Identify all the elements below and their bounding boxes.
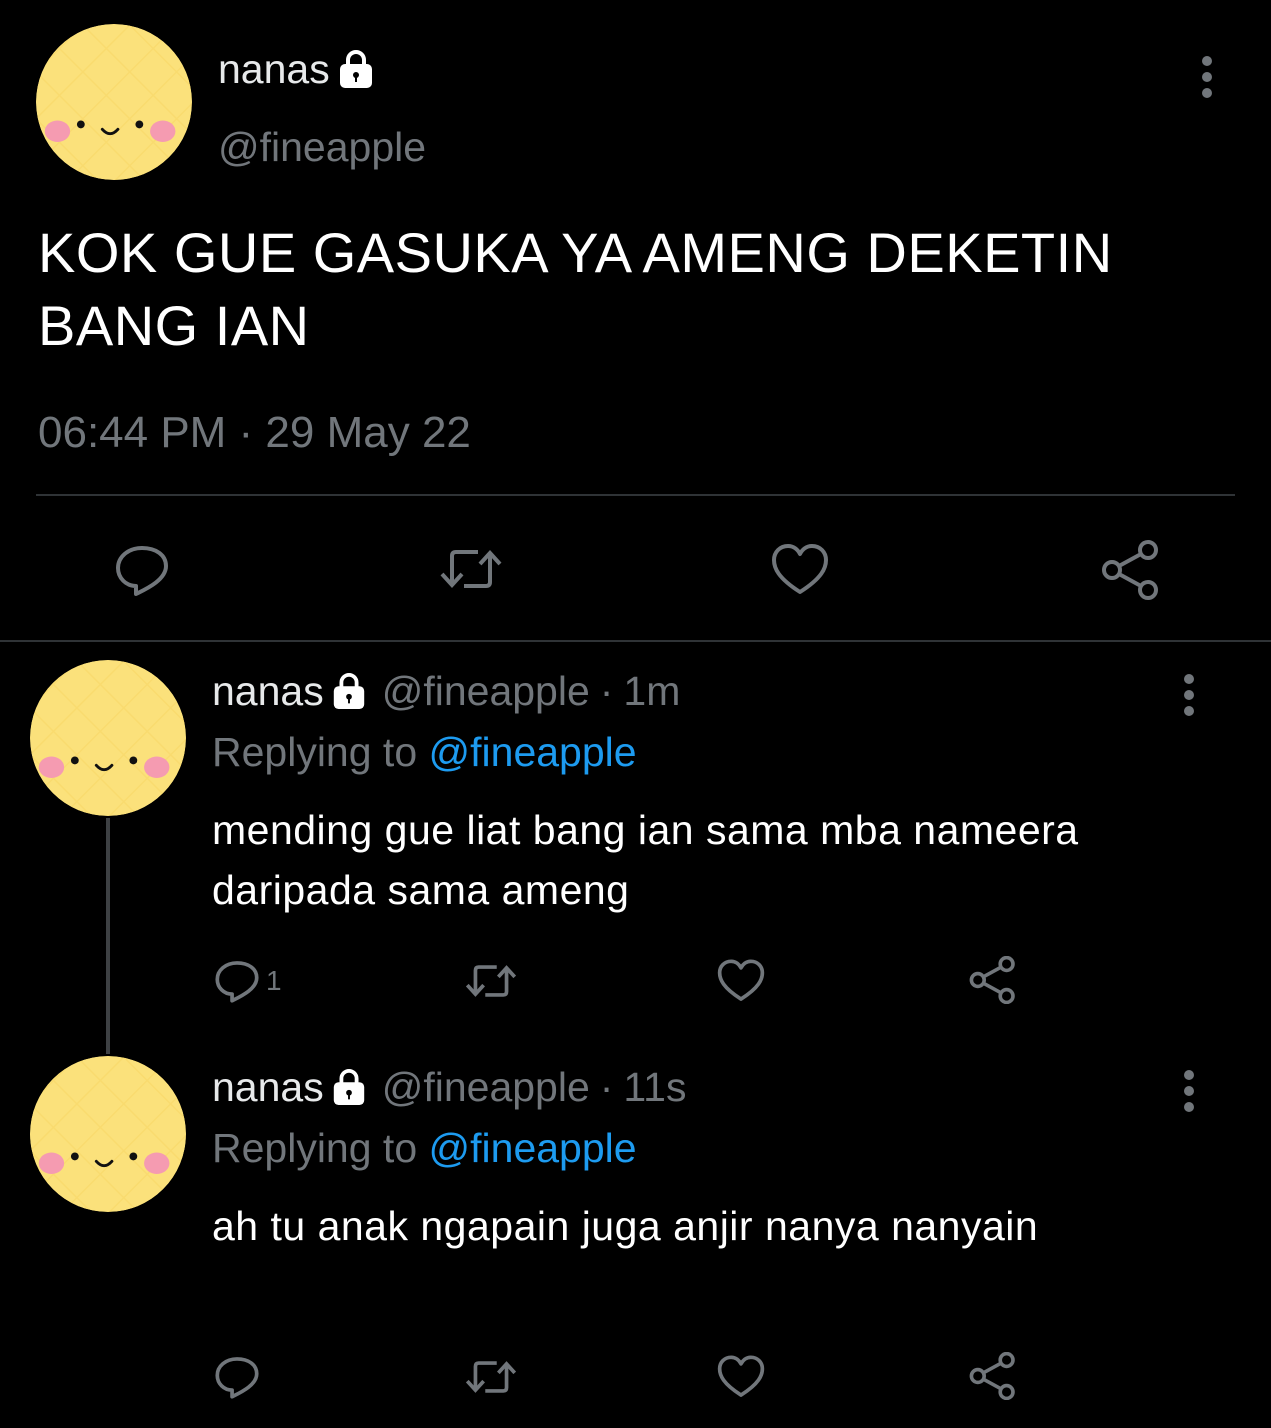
pineapple-face-icon: [30, 1056, 186, 1212]
share-button[interactable]: [968, 956, 1018, 1004]
reply-display-name[interactable]: nanas: [212, 1062, 324, 1112]
retweet-button[interactable]: [438, 544, 504, 594]
lock-icon: [336, 49, 376, 89]
heart-icon: [717, 1355, 765, 1397]
main-more-icon[interactable]: [1201, 56, 1213, 104]
reply-time: 11s: [623, 1064, 687, 1110]
main-avatar[interactable]: [36, 24, 192, 180]
lock-icon: [330, 672, 368, 710]
reply-header: nanas @fineapple · 1m: [212, 666, 680, 716]
main-tweet-text: KOK GUE GASUKA YA AMENG DEKETIN BANG IAN: [38, 221, 1113, 357]
reply-display-name[interactable]: nanas: [212, 666, 324, 716]
reply-avatar[interactable]: [30, 1056, 186, 1212]
lock-icon: [330, 1068, 368, 1106]
reply-avatar[interactable]: [30, 660, 186, 816]
reply-more-icon[interactable]: [1183, 674, 1195, 722]
like-button[interactable]: [716, 958, 766, 1004]
main-handle[interactable]: @fineapple: [218, 122, 426, 172]
divider: [36, 494, 1235, 496]
like-button[interactable]: [716, 1354, 766, 1400]
heart-icon: [717, 959, 765, 1001]
replying-prefix: Replying to: [212, 1125, 418, 1171]
main-display-name[interactable]: nanas: [218, 44, 376, 94]
retweet-icon: [465, 965, 517, 997]
heart-icon: [772, 544, 828, 594]
display-name-text: nanas: [218, 46, 330, 92]
reply-text: ah tu anak ngapain juga anjir nanya nany…: [212, 1203, 1039, 1249]
retweet-icon: [465, 1361, 517, 1393]
main-timestamp: 06:44 PM · 29 May 22: [38, 408, 471, 457]
replying-prefix: Replying to: [212, 729, 418, 775]
share-icon: [969, 1352, 1015, 1400]
reply-header: nanas @fineapple · 11s: [212, 1062, 686, 1112]
retweet-icon: [440, 550, 502, 588]
reply-more-icon[interactable]: [1183, 1070, 1195, 1118]
reply-button[interactable]: [214, 1354, 266, 1400]
share-button[interactable]: [968, 1352, 1018, 1400]
reply-button[interactable]: 1: [214, 958, 282, 1004]
reply-count: 1: [266, 965, 282, 996]
replying-to: Replying to @fineapple: [212, 1123, 637, 1173]
share-icon: [1102, 540, 1158, 600]
thread-line: [106, 818, 110, 1054]
reply-time: 1m: [623, 668, 681, 714]
retweet-button[interactable]: [464, 960, 518, 1002]
reply-handle[interactable]: @fineapple: [382, 1062, 590, 1112]
separator: ·: [599, 668, 614, 714]
reply-handle[interactable]: @fineapple: [382, 666, 590, 716]
comment-icon: [215, 961, 259, 1003]
like-button[interactable]: [770, 542, 830, 598]
share-icon: [969, 956, 1015, 1004]
share-button[interactable]: [1100, 540, 1162, 600]
reply-button[interactable]: [114, 542, 170, 598]
mention-link[interactable]: @fineapple: [429, 1125, 637, 1171]
comment-icon: [116, 546, 168, 596]
pineapple-face-icon: [36, 24, 192, 180]
mention-link[interactable]: @fineapple: [429, 729, 637, 775]
divider: [0, 640, 1271, 642]
pineapple-face-icon: [30, 660, 186, 816]
replying-to: Replying to @fineapple: [212, 727, 637, 777]
separator: ·: [599, 1064, 614, 1110]
reply-text: mending gue liat bang ian sama mba namee…: [212, 807, 1079, 913]
comment-icon: [215, 1357, 259, 1399]
retweet-button[interactable]: [464, 1356, 518, 1398]
